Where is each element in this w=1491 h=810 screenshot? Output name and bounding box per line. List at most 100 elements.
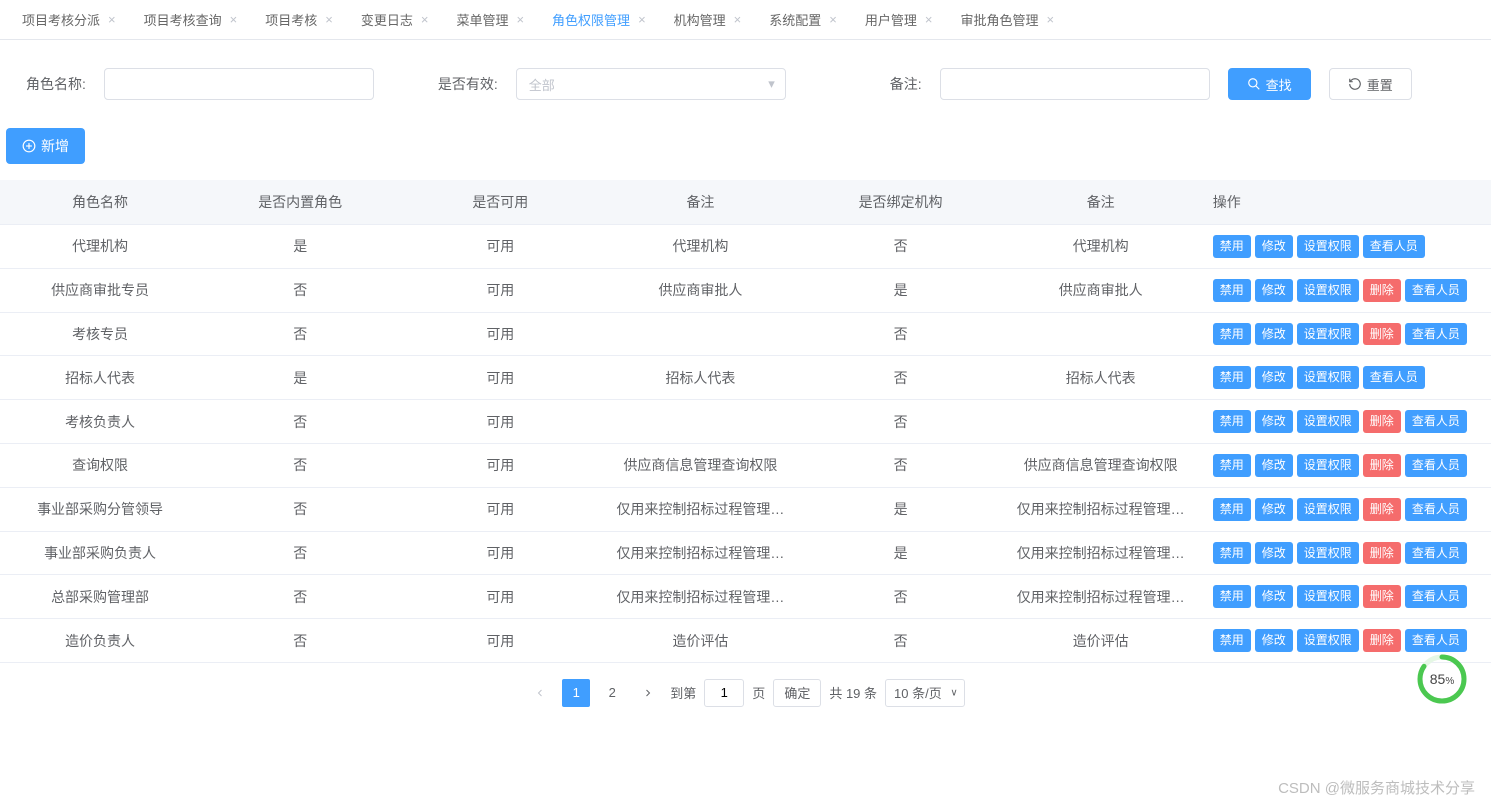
add-button[interactable]: 新增 — [6, 128, 85, 164]
col-header-remark: 备注 — [600, 180, 800, 225]
edit-button[interactable]: 修改 — [1255, 629, 1293, 652]
cell-remark2: 供应商信息管理查询权限 — [1001, 443, 1201, 487]
set-permission-button[interactable]: 设置权限 — [1297, 410, 1359, 433]
delete-button[interactable]: 删除 — [1363, 629, 1401, 652]
reset-button[interactable]: 重置 — [1329, 68, 1412, 100]
tab-0[interactable]: 项目考核分派 × — [8, 0, 130, 40]
tab-6[interactable]: 机构管理× — [660, 0, 756, 40]
disable-button[interactable]: 禁用 — [1213, 366, 1251, 389]
disable-button[interactable]: 禁用 — [1213, 323, 1251, 346]
edit-button[interactable]: 修改 — [1255, 542, 1293, 565]
cell-bound: 否 — [801, 443, 1001, 487]
disable-button[interactable]: 禁用 — [1213, 235, 1251, 258]
set-permission-button[interactable]: 设置权限 — [1297, 323, 1359, 346]
page-1-button[interactable]: 1 — [562, 679, 590, 707]
edit-button[interactable]: 修改 — [1255, 235, 1293, 258]
view-members-button[interactable]: 查看人员 — [1405, 629, 1467, 652]
table-row: 总部采购管理部否可用仅用来控制招标过程管理…否仅用来控制招标过程管理…禁用修改设… — [0, 575, 1491, 619]
tab-9[interactable]: 审批角色管理 × — [946, 0, 1068, 40]
cell-bound: 否 — [801, 225, 1001, 269]
tab-2[interactable]: 项目考核× — [251, 0, 347, 40]
set-permission-button[interactable]: 设置权限 — [1297, 585, 1359, 608]
set-permission-button[interactable]: 设置权限 — [1297, 235, 1359, 258]
page-prev-button[interactable] — [526, 679, 554, 707]
delete-button[interactable]: 删除 — [1363, 323, 1401, 346]
close-icon[interactable]: × — [516, 13, 524, 26]
filter-valid-select[interactable]: 全部 ▾ — [516, 68, 786, 100]
tab-8[interactable]: 用户管理× — [851, 0, 947, 40]
close-icon[interactable]: × — [108, 13, 116, 26]
view-members-button[interactable]: 查看人员 — [1363, 235, 1425, 258]
set-permission-button[interactable]: 设置权限 — [1297, 542, 1359, 565]
edit-button[interactable]: 修改 — [1255, 454, 1293, 477]
close-icon[interactable]: × — [230, 13, 238, 26]
view-members-button[interactable]: 查看人员 — [1363, 366, 1425, 389]
close-icon[interactable]: × — [638, 13, 646, 26]
view-members-button[interactable]: 查看人员 — [1405, 323, 1467, 346]
delete-button[interactable]: 删除 — [1363, 279, 1401, 302]
disable-button[interactable]: 禁用 — [1213, 410, 1251, 433]
disable-button[interactable]: 禁用 — [1213, 454, 1251, 477]
set-permission-button[interactable]: 设置权限 — [1297, 366, 1359, 389]
edit-button[interactable]: 修改 — [1255, 410, 1293, 433]
view-members-button[interactable]: 查看人员 — [1405, 498, 1467, 521]
page-2-button[interactable]: 2 — [598, 679, 626, 707]
disable-button[interactable]: 禁用 — [1213, 498, 1251, 521]
disable-button[interactable]: 禁用 — [1213, 629, 1251, 652]
tab-7[interactable]: 系统配置× — [755, 0, 851, 40]
search-icon — [1247, 77, 1261, 91]
filter-remark-input[interactable] — [940, 68, 1210, 100]
close-icon[interactable]: × — [1047, 13, 1055, 26]
tab-label: 项目考核分派 — [22, 10, 100, 29]
edit-button[interactable]: 修改 — [1255, 323, 1293, 346]
tab-3[interactable]: 变更日志× — [347, 0, 443, 40]
page-next-button[interactable] — [634, 679, 662, 707]
set-permission-button[interactable]: 设置权限 — [1297, 279, 1359, 302]
delete-button[interactable]: 删除 — [1363, 454, 1401, 477]
page-size-select[interactable]: 10 条/页 ∨ — [885, 679, 965, 707]
disable-button[interactable]: 禁用 — [1213, 585, 1251, 608]
set-permission-button[interactable]: 设置权限 — [1297, 629, 1359, 652]
tab-5[interactable]: 角色权限管理 × — [538, 0, 660, 40]
filter-bar: 角色名称: 是否有效: 全部 ▾ 备注: 查找 重置 — [0, 40, 1491, 128]
tab-1[interactable]: 项目考核查询× — [130, 0, 252, 40]
goto-label: 到第 — [670, 683, 696, 702]
goto-confirm-button[interactable]: 确定 — [773, 679, 821, 707]
table-row: 造价负责人否可用造价评估否造价评估禁用修改设置权限删除查看人员 — [0, 619, 1491, 663]
delete-button[interactable]: 删除 — [1363, 542, 1401, 565]
close-icon[interactable]: × — [421, 13, 429, 26]
delete-button[interactable]: 删除 — [1363, 498, 1401, 521]
set-permission-button[interactable]: 设置权限 — [1297, 454, 1359, 477]
set-permission-button[interactable]: 设置权限 — [1297, 498, 1359, 521]
cell-enabled: 可用 — [400, 487, 600, 531]
close-icon[interactable]: × — [925, 13, 933, 26]
disable-button[interactable]: 禁用 — [1213, 542, 1251, 565]
goto-page-input[interactable] — [704, 679, 744, 707]
tab-label: 角色权限管理 — [552, 10, 630, 29]
close-icon[interactable]: × — [829, 13, 837, 26]
delete-button[interactable]: 删除 — [1363, 585, 1401, 608]
cell-name: 事业部采购分管领导 — [0, 487, 200, 531]
tab-4[interactable]: 菜单管理× — [442, 0, 538, 40]
view-members-button[interactable]: 查看人员 — [1405, 585, 1467, 608]
view-members-button[interactable]: 查看人员 — [1405, 410, 1467, 433]
view-members-button[interactable]: 查看人员 — [1405, 454, 1467, 477]
edit-button[interactable]: 修改 — [1255, 585, 1293, 608]
search-button[interactable]: 查找 — [1228, 68, 1311, 100]
view-members-button[interactable]: 查看人员 — [1405, 279, 1467, 302]
edit-button[interactable]: 修改 — [1255, 366, 1293, 389]
disable-button[interactable]: 禁用 — [1213, 279, 1251, 302]
delete-button[interactable]: 删除 — [1363, 410, 1401, 433]
cell-actions: 禁用修改设置权限查看人员 — [1201, 225, 1491, 269]
cell-remark: 招标人代表 — [600, 356, 800, 400]
cell-remark2: 供应商审批人 — [1001, 268, 1201, 312]
close-icon[interactable]: × — [734, 13, 742, 26]
col-header-remark2: 备注 — [1001, 180, 1201, 225]
edit-button[interactable]: 修改 — [1255, 498, 1293, 521]
close-icon[interactable]: × — [325, 13, 333, 26]
view-members-button[interactable]: 查看人员 — [1405, 542, 1467, 565]
tab-label: 审批角色管理 — [960, 10, 1038, 29]
refresh-icon — [1348, 77, 1362, 91]
edit-button[interactable]: 修改 — [1255, 279, 1293, 302]
filter-role-name-input[interactable] — [104, 68, 374, 100]
